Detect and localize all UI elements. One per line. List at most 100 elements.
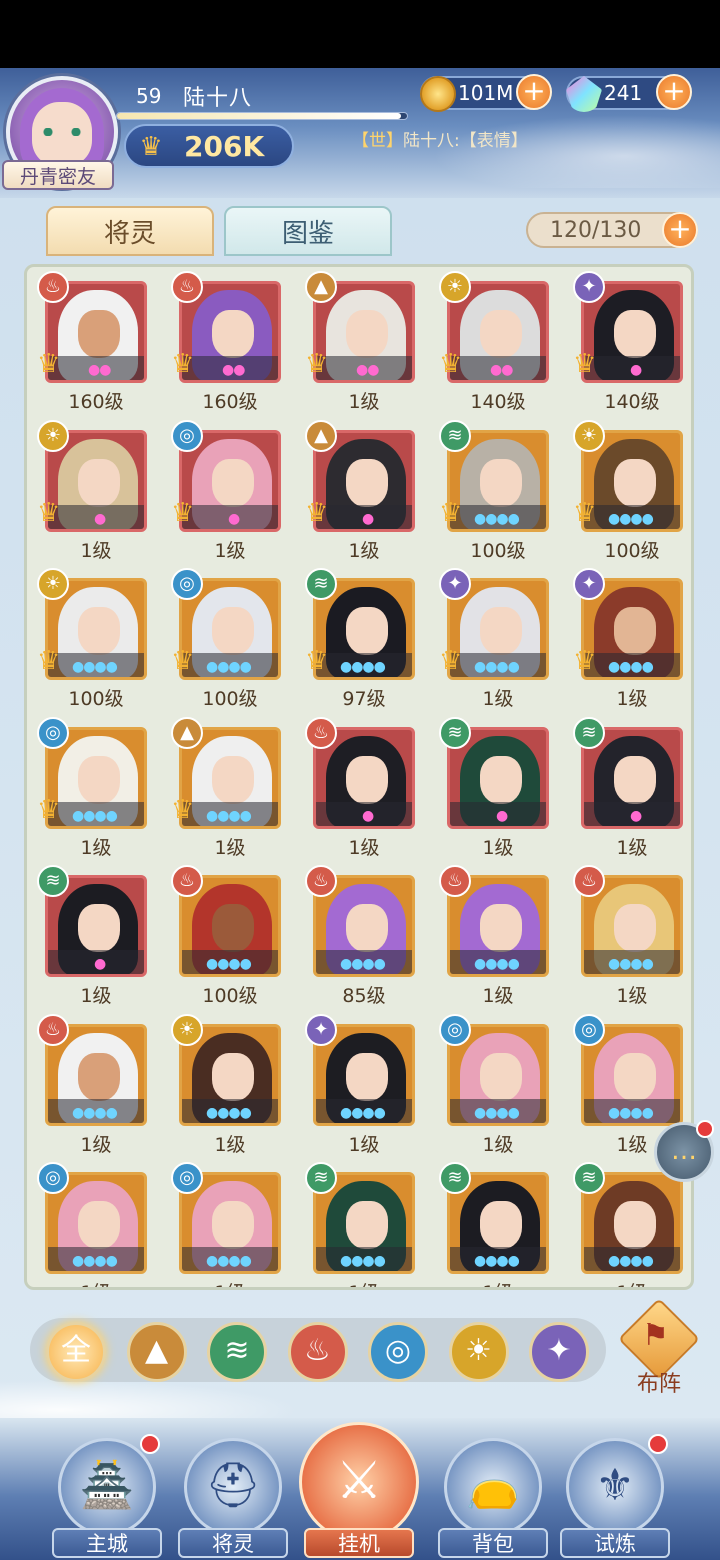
hero-face [480, 1201, 522, 1249]
hero-card[interactable]: ☀ ●●●● ♛ 100级 [573, 419, 683, 562]
hero-card[interactable]: ▲ ● ♛ 1级 [305, 419, 415, 562]
hero-card[interactable]: ≋●●●●1级 [573, 1162, 683, 1287]
hero-card[interactable]: ♨ ●● ♛ 160级 [37, 271, 147, 413]
hero-card[interactable]: ◎●●●●1级 [439, 1013, 549, 1156]
tab-heroes[interactable]: 将灵 [46, 206, 214, 256]
hero-face [346, 310, 388, 358]
chat-channel-tag: 【世】 [352, 131, 403, 151]
hero-card[interactable]: ✦ ●●●● ♛ 1级 [439, 568, 549, 710]
hero-card[interactable]: ☀ ●●●● 1级 [171, 1013, 281, 1156]
fire-element-filter-button[interactable]: ♨ [287, 1322, 348, 1382]
hero-card[interactable]: ♨ ●● ♛ 160级 [171, 271, 281, 413]
awaken-drops-icon: ●●●● [72, 1104, 118, 1121]
nav-item-4[interactable]: ⚜ 试炼 [560, 1430, 670, 1558]
hero-card[interactable]: ≋ ● 1级 [573, 716, 683, 859]
hero-card[interactable]: ♨ ●●●● 100级 [171, 865, 281, 1007]
formation-button[interactable]: ⚑ 布阵 [617, 1297, 701, 1397]
rank-crown-icon: ♛ [305, 497, 329, 528]
wind-element-icon: ≋ [573, 1162, 605, 1194]
dark-element-filter-button[interactable]: ✦ [529, 1322, 589, 1382]
expand-capacity-button[interactable]: + [662, 212, 698, 248]
hero-card[interactable]: ≋ ●●●● ♛ 97级 [305, 568, 415, 710]
bag-icon: 👝 [444, 1438, 542, 1536]
hero-card[interactable]: ≋●●●●1级 [439, 1162, 549, 1287]
hero-face [614, 1052, 656, 1101]
hero-level: 160级 [68, 391, 124, 413]
dark-element-icon: ✦ [573, 271, 605, 303]
hero-card[interactable]: ≋ ● 1级 [439, 716, 549, 859]
nav-item-2[interactable]: ⚔ 挂机 [299, 1422, 419, 1558]
water-element-icon: ◎ [37, 716, 69, 749]
hero-card[interactable]: ≋ ● 1级 [37, 865, 147, 1007]
water-element-filter-button[interactable]: ◎ [368, 1322, 428, 1382]
add-gem-button[interactable]: + [656, 74, 692, 110]
hero-card[interactable]: ◎●●●●1级 [171, 1162, 281, 1287]
hero-level: 1级 [482, 1133, 514, 1156]
add-gold-button[interactable]: + [516, 74, 552, 110]
awaken-drops-icon: ●●●● [474, 956, 520, 972]
all-elements-filter-button[interactable]: 全 [46, 1322, 106, 1382]
hero-card[interactable]: ◎●●●●1级 [37, 1162, 147, 1287]
hero-card[interactable]: ◎ ●●●● ♛ 1级 [37, 716, 147, 859]
tab-codex[interactable]: 图鉴 [224, 206, 392, 256]
rank-crown-icon: ♛ [37, 794, 61, 825]
hero-face [480, 1052, 522, 1101]
nav-item-3[interactable]: 👝 背包 [438, 1430, 548, 1558]
hero-level: 1级 [439, 1278, 557, 1287]
hero-card[interactable]: ◎ ● ♛ 1级 [171, 419, 281, 562]
rank-crown-icon: ♛ [37, 349, 61, 379]
rank-crown-icon: ♛ [37, 497, 61, 528]
hero-face [212, 1201, 254, 1249]
hero-card[interactable]: ♨ ●●●● 1级 [439, 865, 549, 1007]
hero-card[interactable]: ♨ ●●●● 1级 [37, 1013, 147, 1156]
hero-card[interactable]: ≋●●●●1级 [305, 1162, 415, 1287]
dark-element-icon: ✦ [439, 568, 471, 600]
wind-element-filter-button[interactable]: ≋ [207, 1322, 267, 1382]
hero-card[interactable]: ≋ ●●●● ♛ 100级 [439, 419, 549, 562]
hero-face [346, 755, 388, 804]
awaken-drops-icon: ●●●● [206, 1104, 252, 1121]
world-chat-ticker[interactable]: 【世】陆十八:【表情】 [352, 126, 720, 152]
wind-element-icon: ≋ [305, 1162, 337, 1194]
awaken-drops-icon: ● [94, 956, 106, 972]
nav-item-0[interactable]: 🏯 主城 [52, 1430, 162, 1558]
hero-face [78, 1052, 120, 1101]
hero-face [614, 1201, 656, 1249]
hero-card[interactable]: ✦ ●●●● 1级 [305, 1013, 415, 1156]
fire-element-icon: ♨ [37, 1013, 69, 1046]
water-element-icon: ◎ [37, 1162, 69, 1194]
hero-face [212, 607, 254, 655]
hero-card[interactable]: ◎ ●●●● ♛ 100级 [171, 568, 281, 710]
hero-card[interactable]: ♨ ●●●● 85级 [305, 865, 415, 1007]
rank-crown-icon: ♛ [171, 349, 195, 379]
awaken-drops-icon: ●● [356, 362, 379, 378]
hero-card[interactable]: ♨ ● 1级 [305, 716, 415, 859]
awaken-drops-icon: ●●●● [608, 659, 654, 675]
awaken-drops-icon: ●●●● [608, 956, 654, 972]
hero-card[interactable]: ☀ ●●●● ♛ 100级 [37, 568, 147, 710]
fire-element-icon: ♨ [305, 716, 337, 749]
wind-element-icon: ≋ [439, 1162, 471, 1194]
player-title-badge[interactable]: 丹青密友 [2, 160, 114, 190]
hero-card[interactable]: ▲ ●● ♛ 1级 [305, 271, 415, 413]
awaken-drops-icon: ● [630, 807, 642, 824]
hero-face [78, 904, 120, 952]
light-element-filter-button[interactable]: ☀ [448, 1322, 509, 1382]
awaken-drops-icon: ●● [490, 362, 513, 378]
hero-level: 1级 [482, 985, 514, 1007]
awaken-drops-icon: ● [630, 362, 642, 378]
hero-card[interactable]: ☀ ●● ♛ 140级 [439, 271, 549, 413]
hero-card[interactable]: ☀ ● ♛ 1级 [37, 419, 147, 562]
earth-element-filter-button[interactable]: ▲ [126, 1322, 187, 1382]
hero-level: 160级 [202, 391, 258, 413]
hero-card[interactable]: ✦ ●●●● ♛ 1级 [573, 568, 683, 710]
hero-card[interactable]: ♨ ●●●● 1级 [573, 865, 683, 1007]
nav-item-1[interactable]: ⛑ 将灵 [178, 1430, 288, 1558]
flag-icon: ⚑ [642, 1318, 669, 1353]
fire-element-icon: ♨ [439, 865, 471, 897]
awaken-drops-icon: ●●●● [608, 510, 654, 527]
avatar-eyes [40, 128, 84, 136]
hero-card[interactable]: ▲ ●●●● ♛ 1级 [171, 716, 281, 859]
hero-capacity: 120/130 + [526, 212, 698, 248]
hero-card[interactable]: ✦ ● ♛ 140级 [573, 271, 683, 413]
